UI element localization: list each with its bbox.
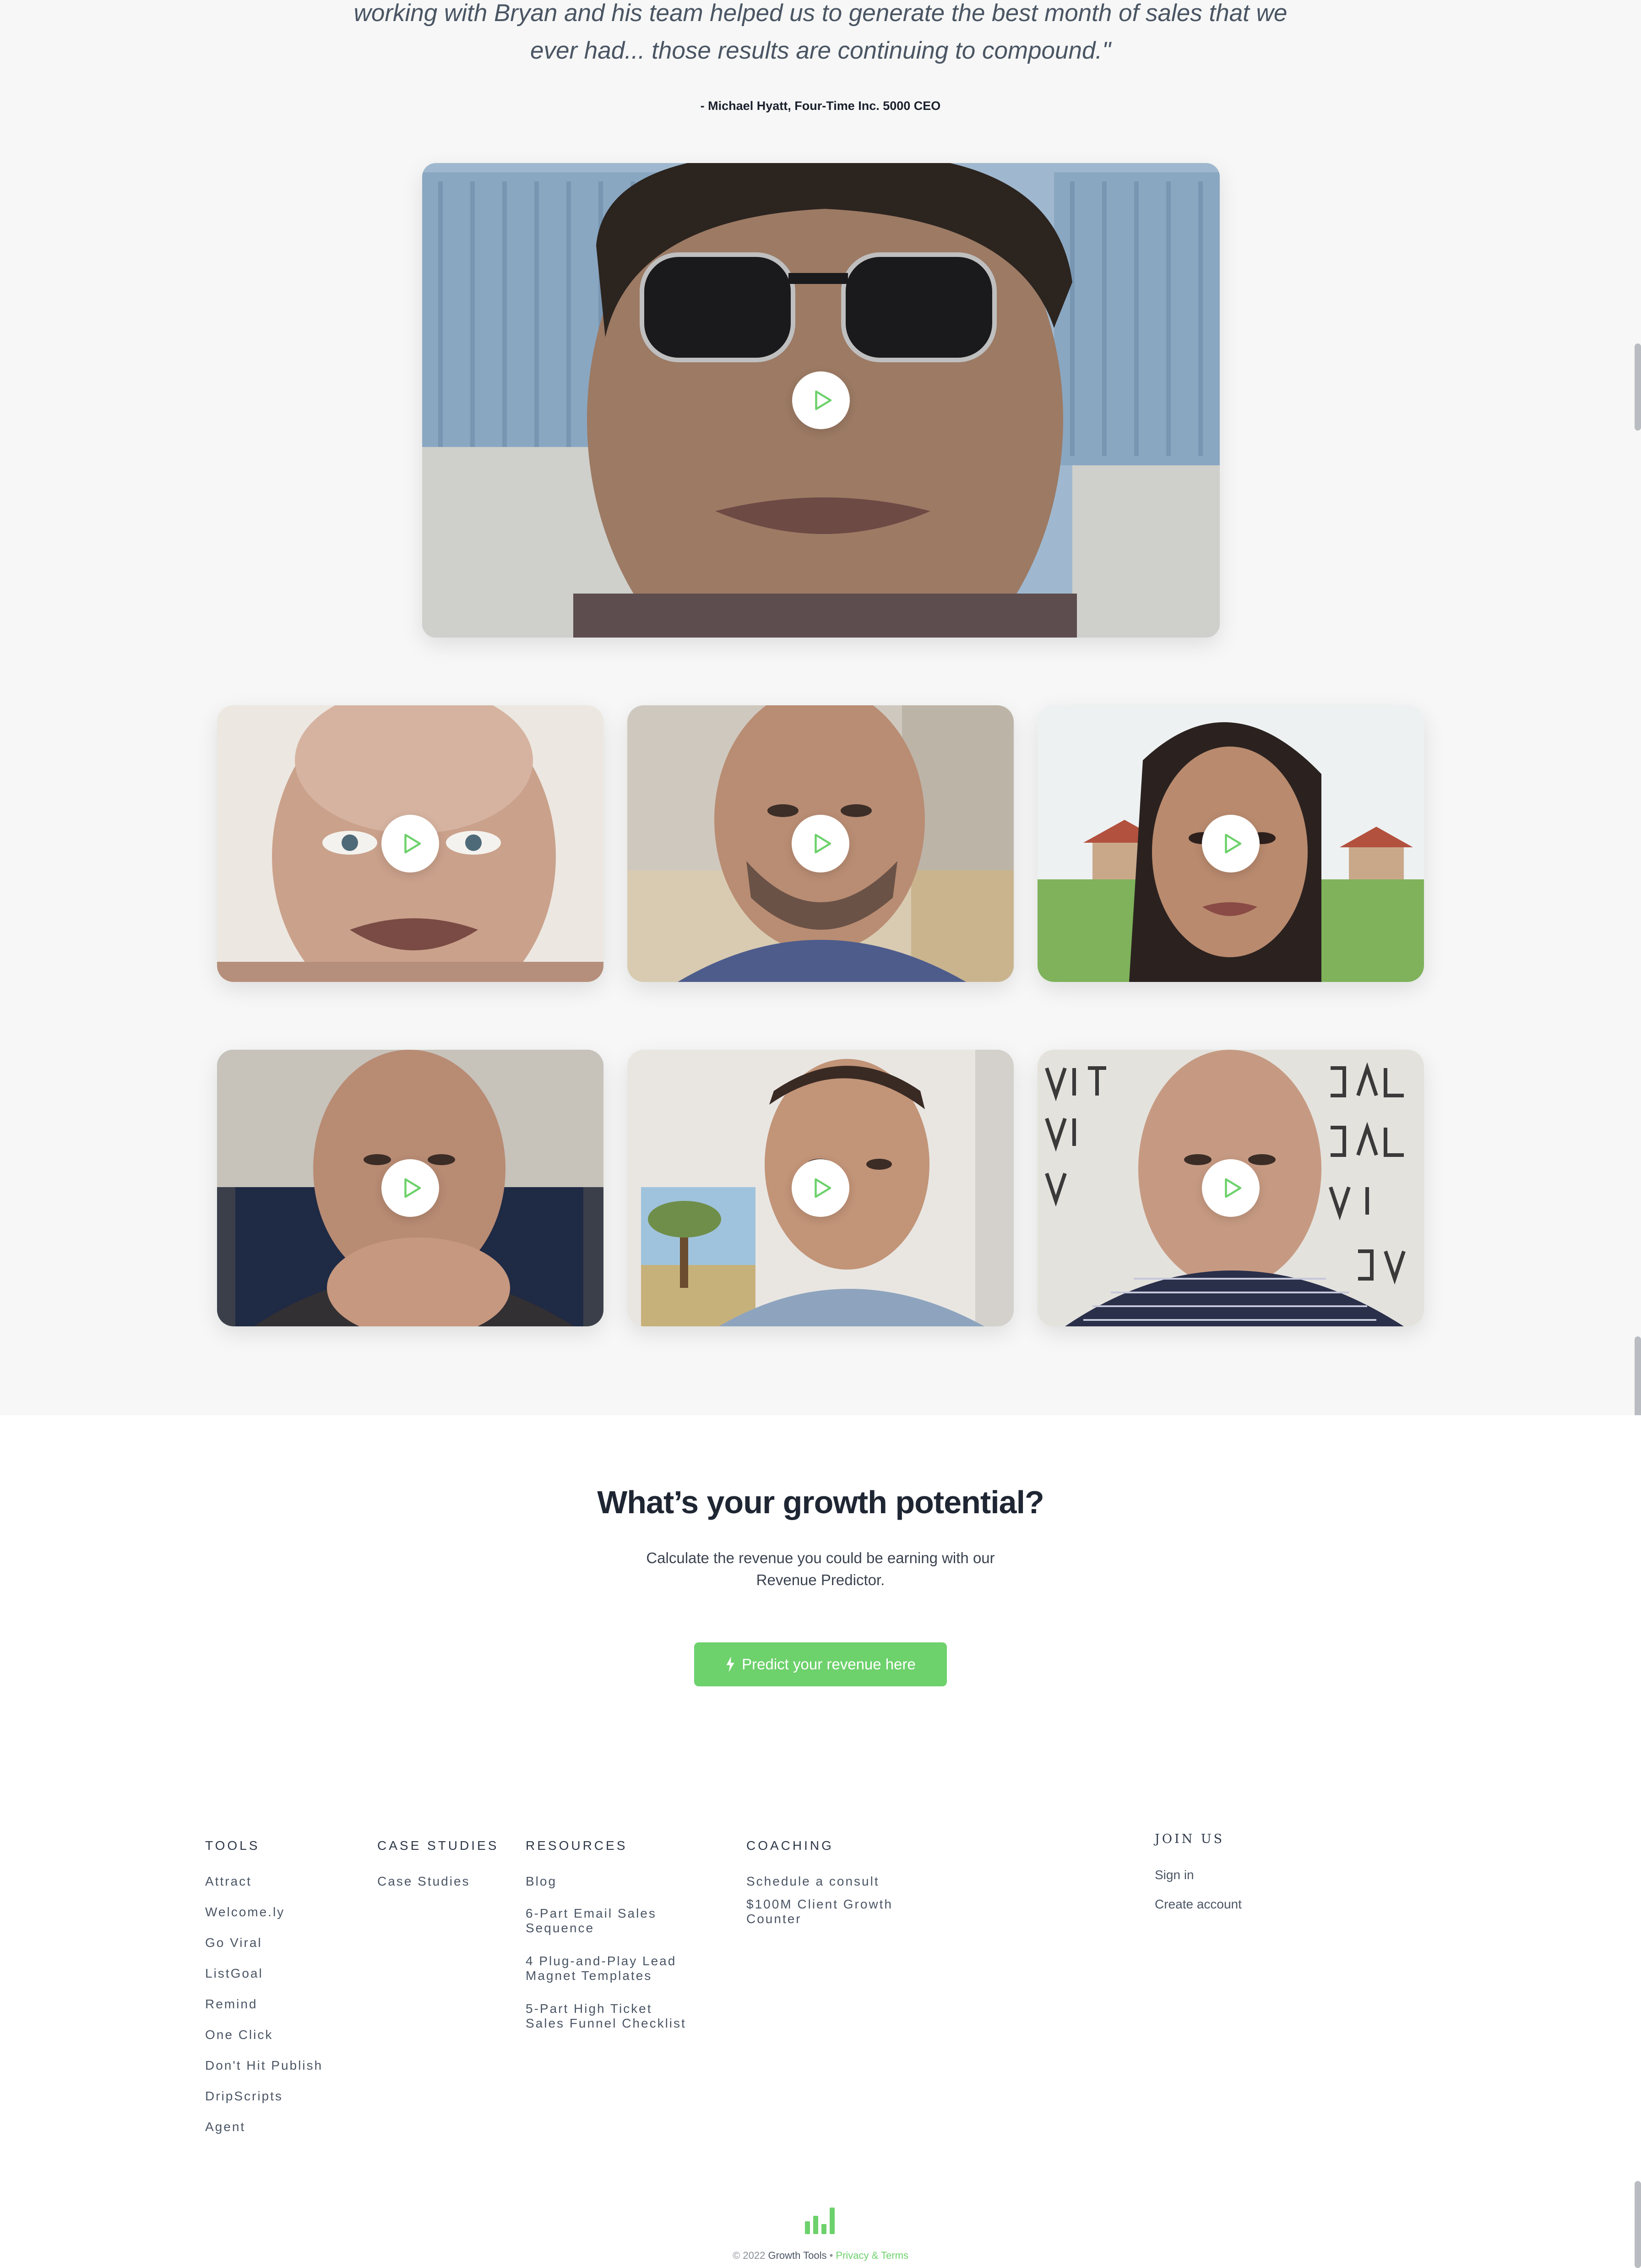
footer-link-create-account[interactable]: Create account xyxy=(1155,1897,1242,1912)
play-button[interactable] xyxy=(1202,815,1260,872)
footer-link-welcomely[interactable]: Welcome.ly xyxy=(205,1905,285,1919)
testimonial-video-3[interactable] xyxy=(1038,705,1424,982)
play-icon xyxy=(404,1178,421,1198)
play-icon xyxy=(404,834,421,854)
footer-case-studies-heading: CASE STUDIES xyxy=(377,1838,499,1853)
footer-link-line[interactable]: Sales Funnel Checklist xyxy=(526,2016,686,2031)
bar-chart-logo-icon[interactable] xyxy=(805,2208,835,2234)
play-button[interactable] xyxy=(792,1159,849,1217)
footer-coaching-heading: COACHING xyxy=(746,1838,834,1853)
footer-link-line[interactable]: Magnet Templates xyxy=(526,1968,676,1983)
footer-link-listgoal[interactable]: ListGoal xyxy=(205,1966,263,1981)
footer-link-schedule-consult[interactable]: Schedule a consult xyxy=(746,1874,880,1889)
footer-link-line[interactable]: Counter xyxy=(746,1912,893,1926)
scrollbar-thumb[interactable] xyxy=(1635,2181,1641,2268)
footer-link-line[interactable]: 4 Plug-and-Play Lead xyxy=(526,1954,676,1968)
growth-potential-section: What’s your growth potential? Calculate … xyxy=(0,1415,1641,2268)
footer-link-line[interactable]: $100M Client Growth xyxy=(746,1897,893,1912)
predict-revenue-label: Predict your revenue here xyxy=(742,1656,916,1673)
testimonials-section: working with Bryan and his team helped u… xyxy=(0,0,1641,1423)
play-icon xyxy=(1225,834,1242,854)
play-icon xyxy=(815,1178,831,1198)
play-icon xyxy=(815,390,832,410)
footer-link-sign-in[interactable]: Sign in xyxy=(1155,1868,1194,1882)
copyright-text: © 2022 xyxy=(733,2250,766,2261)
testimonial-video-5[interactable] xyxy=(627,1050,1014,1326)
footer-link-email-sales-sequence[interactable]: 6-Part Email Sales Sequence xyxy=(526,1906,657,1935)
play-button[interactable] xyxy=(381,1159,439,1217)
quote-line-1: working with Bryan and his team helped u… xyxy=(353,0,1288,27)
quote-line-2: ever had... those results are continuing… xyxy=(530,37,1111,64)
footer-link-line[interactable]: 6-Part Email Sales xyxy=(526,1906,657,1921)
testimonial-video-6[interactable] xyxy=(1038,1050,1424,1326)
scrollbar-thumb[interactable] xyxy=(1635,1336,1641,1423)
footer-link-go-viral[interactable]: Go Viral xyxy=(205,1935,262,1950)
footer-link-one-click[interactable]: One Click xyxy=(205,2028,273,2042)
footer-link-attract[interactable]: Attract xyxy=(205,1874,252,1889)
footer-link-case-studies[interactable]: Case Studies xyxy=(377,1874,470,1889)
privacy-terms-link[interactable]: Privacy & Terms xyxy=(836,2250,908,2261)
play-icon xyxy=(815,834,831,854)
footer-link-blog[interactable]: Blog xyxy=(526,1874,557,1889)
featured-video[interactable] xyxy=(422,163,1220,638)
footer-link-line[interactable]: Sequence xyxy=(526,1921,657,1935)
footer-link-dripscripts[interactable]: DripScripts xyxy=(205,2089,283,2104)
cta-heading: What’s your growth potential? xyxy=(597,1484,1044,1520)
footer-resources-heading: RESOURCES xyxy=(526,1838,628,1853)
testimonial-video-1[interactable] xyxy=(217,705,603,982)
footer-link-line[interactable]: 5-Part High Ticket xyxy=(526,2001,686,2016)
footer-link-high-ticket-checklist[interactable]: 5-Part High Ticket Sales Funnel Checklis… xyxy=(526,2001,686,2031)
play-icon xyxy=(1225,1178,1242,1198)
footer-link-agent[interactable]: Agent xyxy=(205,2120,245,2134)
lightning-icon xyxy=(726,1657,734,1672)
cta-subtitle-line-2: Revenue Predictor. xyxy=(756,1571,885,1588)
play-button[interactable] xyxy=(792,815,849,872)
play-button[interactable] xyxy=(381,815,439,872)
testimonial-video-2[interactable] xyxy=(627,705,1014,982)
predict-revenue-button[interactable]: Predict your revenue here xyxy=(694,1642,947,1686)
quote-author: - Michael Hyatt, Four-Time Inc. 5000 CEO xyxy=(700,99,941,113)
footer-join-heading: JOIN US xyxy=(1155,1832,1225,1846)
footer-tools-heading: TOOLS xyxy=(205,1838,260,1853)
testimonial-video-4[interactable] xyxy=(217,1050,603,1326)
scrollbar-thumb[interactable] xyxy=(1635,343,1641,431)
brand-name: Growth Tools xyxy=(768,2250,827,2261)
footer-link-dont-hit-publish[interactable]: Don't Hit Publish xyxy=(205,2058,323,2073)
copyright-line: © 2022 Growth Tools • Privacy & Terms xyxy=(632,2250,1009,2262)
separator: • xyxy=(829,2250,833,2261)
play-button[interactable] xyxy=(792,371,850,429)
footer-link-client-growth-counter[interactable]: $100M Client Growth Counter xyxy=(746,1897,893,1926)
footer-tools: TOOLS xyxy=(205,1838,260,1853)
testimonial-quote: working with Bryan and his team helped u… xyxy=(321,0,1320,70)
cta-subtitle-line-1: Calculate the revenue you could be earni… xyxy=(646,1549,995,1566)
footer-link-lead-magnet-templates[interactable]: 4 Plug-and-Play Lead Magnet Templates xyxy=(526,1954,676,1983)
cta-subtitle: Calculate the revenue you could be earni… xyxy=(632,1547,1009,1591)
play-button[interactable] xyxy=(1202,1159,1260,1217)
footer-link-remind[interactable]: Remind xyxy=(205,1997,257,2012)
